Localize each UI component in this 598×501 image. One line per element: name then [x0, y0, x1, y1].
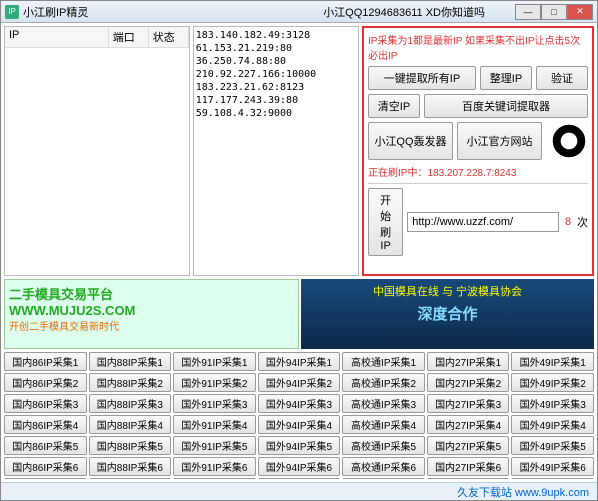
- collector-button[interactable]: 国内88IP采集4: [89, 415, 172, 434]
- ip-log-panel[interactable]: 183.140.182.49:312861.153.21.219:8036.25…: [193, 26, 359, 276]
- collector-button[interactable]: 国内86IP采集7: [4, 478, 87, 479]
- ip-log-line: 183.140.182.49:3128: [196, 29, 356, 42]
- collector-button[interactable]: 国外91IP采集2: [173, 373, 256, 392]
- ip-log-line: 36.250.74.88:80: [196, 55, 356, 68]
- collector-button[interactable]: 国内27IP采集2: [427, 373, 510, 392]
- collector-button[interactable]: 国内86IP采集2: [4, 373, 87, 392]
- ip-log-line: 210.92.227.166:10000: [196, 68, 356, 81]
- collector-button[interactable]: 国内86IP采集5: [4, 436, 87, 455]
- collector-button[interactable]: 国内86IP采集3: [4, 394, 87, 413]
- collector-button[interactable]: 高校通IP采集1: [342, 352, 425, 371]
- collector-button[interactable]: 国外94IP采集7: [258, 478, 341, 479]
- col-ip: IP: [5, 27, 109, 47]
- arrange-ip-button[interactable]: 整理IP: [480, 66, 532, 90]
- baidu-keyword-button[interactable]: 百度关键词提取器: [424, 94, 588, 118]
- ad-banner-2[interactable]: 中国模具在线 与 宁波模具协会 深度合作: [301, 279, 594, 349]
- collector-button[interactable]: 国外94IP采集5: [258, 436, 341, 455]
- verify-button[interactable]: 验证: [536, 66, 588, 90]
- qq-bomber-button[interactable]: 小江QQ轰发器: [368, 122, 453, 160]
- collector-button[interactable]: 国外94IP采集1: [258, 352, 341, 371]
- collector-button[interactable]: 国外49IP采集3: [511, 394, 594, 413]
- collector-button[interactable]: 国外91IP采集1: [173, 352, 256, 371]
- collector-button[interactable]: 国外94IP采集4: [258, 415, 341, 434]
- ad-block: 二手模具交易平台 WWW.MUJU2S.COM 开创二手模具交易新时代 中国模具…: [4, 279, 594, 349]
- footer-link[interactable]: 久友下载站 www.9upk.com: [457, 484, 589, 500]
- get-all-ip-button[interactable]: 一键提取所有IP: [368, 66, 476, 90]
- collector-button[interactable]: 国内86IP采集1: [4, 352, 87, 371]
- minimize-button[interactable]: —: [515, 4, 541, 20]
- collector-button[interactable]: 国外91IP采集3: [173, 394, 256, 413]
- clear-ip-button[interactable]: 清空IP: [368, 94, 420, 118]
- start-brush-button[interactable]: 开始刷IP: [368, 188, 403, 256]
- count-suffix: 次: [577, 214, 588, 230]
- qq-penguin-icon: [550, 122, 588, 160]
- collector-button[interactable]: 国外94IP采集3: [258, 394, 341, 413]
- collector-button[interactable]: 国外49IP采集5: [511, 436, 594, 455]
- hint-text: IP采集为1都是最新IP 如果采集不出IP让点击5次必出IP: [368, 32, 588, 62]
- titlebar: IP 小江刷IP精灵 小江QQ1294683611 XD你知道吗 — □ ✕: [1, 1, 597, 23]
- collector-button[interactable]: 国内88IP采集5: [89, 436, 172, 455]
- collector-button[interactable]: 国外49IP采集2: [511, 373, 594, 392]
- collector-button[interactable]: 国内27IP采集5: [427, 436, 510, 455]
- ad-banner-1[interactable]: 二手模具交易平台 WWW.MUJU2S.COM 开创二手模具交易新时代: [4, 279, 299, 349]
- current-ip: 183.207.228.7:8243: [427, 168, 516, 179]
- collector-button[interactable]: 高校通IP采集6: [342, 457, 425, 476]
- close-button[interactable]: ✕: [567, 4, 593, 20]
- collector-button[interactable]: 高校通IP采集7: [342, 478, 425, 479]
- collector-button[interactable]: 国外91IP采集4: [173, 415, 256, 434]
- footer: 久友下载站 www.9upk.com: [1, 482, 597, 500]
- ip-log-line: 59.108.4.32:9000: [196, 107, 356, 120]
- window-title: 小江刷IP精灵: [23, 4, 88, 20]
- collector-button[interactable]: 国外49IP采集6: [511, 457, 594, 476]
- collector-button[interactable]: 国内27IP采集4: [427, 415, 510, 434]
- ip-list-panel: IP 端口 状态: [4, 26, 190, 276]
- col-status: 状态: [149, 27, 189, 47]
- collector-button[interactable]: 国内86IP采集4: [4, 415, 87, 434]
- collector-button[interactable]: 高校通IP采集5: [342, 436, 425, 455]
- collector-button[interactable]: 国外91IP采集5: [173, 436, 256, 455]
- collector-button[interactable]: 高校通IP采集2: [342, 373, 425, 392]
- collector-button[interactable]: 国外94IP采集6: [258, 457, 341, 476]
- ip-log-line: 61.153.21.219:80: [196, 42, 356, 55]
- collector-button[interactable]: 国内27IP采集7: [427, 478, 510, 479]
- col-port: 端口: [109, 27, 149, 47]
- ip-log-line: 183.223.21.62:8123: [196, 81, 356, 94]
- collector-button[interactable]: 高校通IP采集4: [342, 415, 425, 434]
- maximize-button[interactable]: □: [541, 4, 567, 20]
- collector-button[interactable]: 国内88IP采集3: [89, 394, 172, 413]
- url-input[interactable]: [407, 212, 559, 232]
- control-panel: IP采集为1都是最新IP 如果采集不出IP让点击5次必出IP 一键提取所有IP …: [362, 26, 594, 276]
- collector-button[interactable]: 国内88IP采集2: [89, 373, 172, 392]
- collector-button[interactable]: 国外49IP采集4: [511, 415, 594, 434]
- collector-button[interactable]: 国内27IP采集6: [427, 457, 510, 476]
- collector-button[interactable]: 国内86IP采集6: [4, 457, 87, 476]
- collector-button[interactable]: 国内88IP采集6: [89, 457, 172, 476]
- collector-button[interactable]: 国外91IP采集6: [173, 457, 256, 476]
- app-window: IP 小江刷IP精灵 小江QQ1294683611 XD你知道吗 — □ ✕ I…: [0, 0, 598, 501]
- collector-button[interactable]: 国内27IP采集3: [427, 394, 510, 413]
- ip-log-line: 117.177.243.39:80: [196, 94, 356, 107]
- collector-button[interactable]: 国外49IP采集7: [511, 478, 594, 479]
- collector-button[interactable]: 国外94IP采集2: [258, 373, 341, 392]
- list-header: IP 端口 状态: [5, 27, 189, 48]
- collector-button-grid: 国内86IP采集1国内88IP采集1国外91IP采集1国外94IP采集1高校通I…: [4, 352, 594, 479]
- status-line: 正在刷IP中：183.207.228.7:8243: [368, 164, 588, 179]
- collector-button[interactable]: 高校通IP采集3: [342, 394, 425, 413]
- collector-button[interactable]: 国内88IP采集7: [89, 478, 172, 479]
- collector-button[interactable]: 国外91IP采集7: [173, 478, 256, 479]
- app-icon: IP: [5, 5, 19, 19]
- collector-button[interactable]: 国内27IP采集1: [427, 352, 510, 371]
- collector-button[interactable]: 国内88IP采集1: [89, 352, 172, 371]
- official-site-button[interactable]: 小江官方网站: [457, 122, 542, 160]
- list-body[interactable]: [5, 48, 189, 275]
- collector-button[interactable]: 国外49IP采集1: [511, 352, 594, 371]
- count-value: 8: [563, 216, 573, 228]
- window-subtitle: 小江QQ1294683611 XD你知道吗: [323, 4, 485, 20]
